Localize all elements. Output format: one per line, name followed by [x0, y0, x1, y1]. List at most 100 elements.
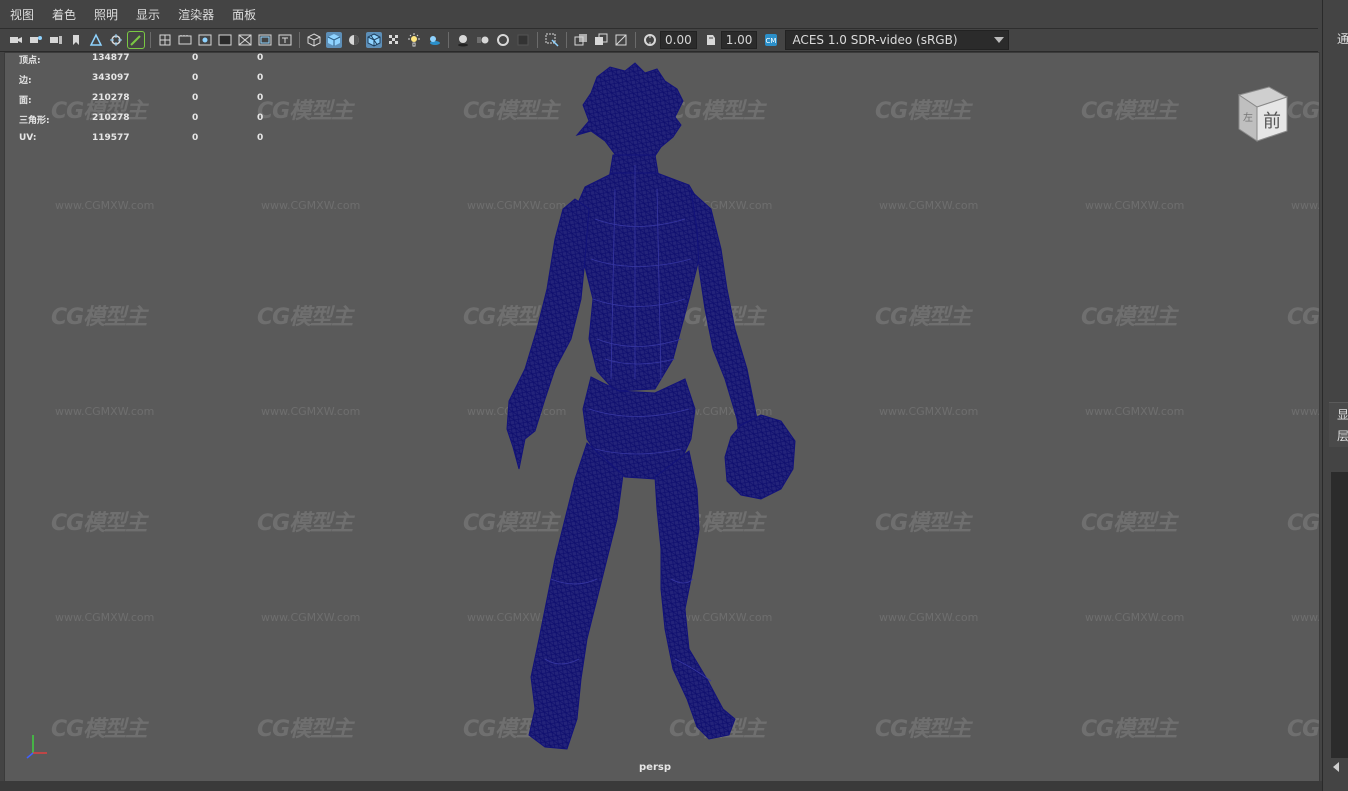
bookmark-icon[interactable]	[48, 32, 64, 48]
use-all-lights-icon[interactable]	[406, 32, 422, 48]
hud-value: 0	[192, 53, 199, 63]
wireframe-character-mesh[interactable]	[485, 59, 815, 759]
watermark-url: www.CGMXW.com	[879, 199, 979, 212]
hud-label: 边:	[19, 76, 32, 86]
menu-renderer[interactable]: 渲染器	[168, 6, 222, 23]
camera-select-icon[interactable]	[8, 32, 24, 48]
exposure-icon[interactable]	[642, 32, 658, 48]
watermark-logo: CG模型主	[1081, 99, 1177, 124]
watermark-url: www.CGMXW.com	[261, 611, 361, 624]
watermark-logo: CG模型主	[1081, 305, 1177, 330]
hud-value: 343097	[92, 73, 130, 83]
depth-of-field-icon[interactable]	[515, 32, 531, 48]
viewport-persp[interactable]: CG模型主 www.CGMXW.com CG模型主 www.CGMXW.com CG模型…	[4, 52, 1320, 782]
menu-show[interactable]: 显示	[126, 6, 168, 23]
watermark-logo: CG模型主	[51, 305, 147, 330]
side-panel-label-3[interactable]: 层	[1337, 427, 1348, 444]
toolbar-divider	[566, 32, 567, 48]
wireframe-icon[interactable]	[306, 32, 322, 48]
hud-label: 顶点:	[19, 56, 41, 66]
image-plane-icon[interactable]	[88, 32, 104, 48]
hud-value: 0	[192, 113, 199, 123]
default-material-icon[interactable]	[346, 32, 362, 48]
camera-attributes-icon[interactable]	[28, 32, 44, 48]
isolate-select-icon[interactable]	[544, 32, 560, 48]
gate-mask-icon[interactable]	[217, 32, 233, 48]
camera-name-label: persp	[639, 762, 671, 773]
side-panel-label-1[interactable]: 通	[1337, 30, 1348, 47]
chevron-left-icon[interactable]	[1333, 762, 1339, 772]
gamma-icon[interactable]	[703, 32, 719, 48]
watermark-url: www.CGMXW.com	[1291, 611, 1319, 624]
viewcube-widget[interactable]: 前 左	[1229, 81, 1293, 145]
safe-action-icon[interactable]	[257, 32, 273, 48]
hud-value: 0	[257, 93, 264, 103]
menu-view[interactable]: 视图	[0, 6, 42, 23]
toolbar-divider	[150, 32, 151, 48]
hud-row-triangles: 三角形: 210278 0 0	[19, 113, 279, 133]
wireframe-on-shaded-icon[interactable]	[366, 32, 382, 48]
grease-pencil-icon[interactable]	[127, 31, 145, 49]
exposure-field[interactable]: 0.00	[660, 31, 697, 49]
watermark-logo: CG模型主	[257, 717, 353, 742]
hud-row-uvs: UV: 119577 0 0	[19, 133, 279, 153]
side-panel-list[interactable]	[1331, 472, 1348, 758]
menu-panels[interactable]: 面板	[222, 6, 264, 23]
film-gate-icon[interactable]	[177, 32, 193, 48]
hud-value: 0	[192, 133, 199, 143]
watermark-logo: CG模型主	[1287, 717, 1320, 742]
hud-value: 0	[192, 73, 199, 83]
hud-row-faces: 面: 210278 0 0	[19, 93, 279, 113]
smooth-shade-icon[interactable]	[326, 32, 342, 48]
watermark-url: www.CGMXW.com	[1085, 611, 1185, 624]
textured-icon[interactable]	[386, 32, 402, 48]
gamma-field[interactable]: 1.00	[720, 31, 758, 49]
color-management-icon[interactable]: CM	[763, 32, 779, 48]
watermark-logo: CG模型主	[51, 717, 147, 742]
side-panel-label-2[interactable]: 显	[1337, 406, 1348, 423]
xray-icon[interactable]	[573, 32, 589, 48]
watermark-url: www.CGMXW.com	[879, 611, 979, 624]
watermark-url: www.CGMXW.com	[1085, 199, 1185, 212]
field-chart-icon[interactable]	[237, 32, 253, 48]
watermark-logo: CG模型主	[875, 305, 971, 330]
viewcube-left-label[interactable]: 左	[1243, 111, 1253, 124]
xray-components-icon[interactable]	[613, 32, 629, 48]
menu-shading[interactable]: 着色	[42, 6, 84, 23]
watermark-logo: CG模型主	[875, 511, 971, 536]
multisample-aa-icon[interactable]	[495, 32, 511, 48]
side-panel: 通 显 层	[1322, 0, 1348, 791]
hud-value: 210278	[92, 93, 130, 103]
menu-lighting[interactable]: 照明	[84, 6, 126, 23]
hud-label: UV:	[19, 133, 37, 143]
screen-space-ao-icon[interactable]	[455, 32, 471, 48]
bookmark2-icon[interactable]	[68, 32, 84, 48]
watermark-logo: CG模型主	[1081, 511, 1177, 536]
toolbar-divider	[537, 32, 538, 48]
grid-icon[interactable]	[157, 32, 173, 48]
axis-gizmo	[26, 735, 47, 759]
toolbar-divider	[635, 32, 636, 48]
safe-title-icon[interactable]	[277, 32, 293, 48]
watermark-logo: CG模型主	[875, 99, 971, 124]
watermark-url: www.CGMXW.com	[55, 199, 155, 212]
2d-pan-icon[interactable]	[108, 32, 124, 48]
xray-joints-icon[interactable]	[593, 32, 609, 48]
watermark-logo: CG模型主	[257, 305, 353, 330]
watermark-logo: CG模型主	[875, 717, 971, 742]
hud-value: 0	[257, 133, 264, 143]
motion-blur-icon[interactable]	[475, 32, 491, 48]
watermark-logo: CG模型主	[1287, 305, 1320, 330]
shadows-icon[interactable]	[426, 32, 442, 48]
bottom-border	[0, 781, 1322, 791]
watermark-url: www.CGMXW.com	[261, 405, 361, 418]
viewcube-front-label[interactable]: 前	[1263, 111, 1281, 132]
hud-value: 134877	[92, 53, 130, 63]
watermark-url: www.CGMXW.com	[261, 199, 361, 212]
color-space-dropdown[interactable]: ACES 1.0 SDR-video (sRGB)	[785, 30, 1010, 50]
hud-value: 0	[257, 113, 264, 123]
resolution-gate-icon[interactable]	[197, 32, 213, 48]
watermark-logo: CG模型主	[257, 511, 353, 536]
hud-label: 三角形:	[19, 116, 50, 126]
hud-value: 210278	[92, 113, 130, 123]
